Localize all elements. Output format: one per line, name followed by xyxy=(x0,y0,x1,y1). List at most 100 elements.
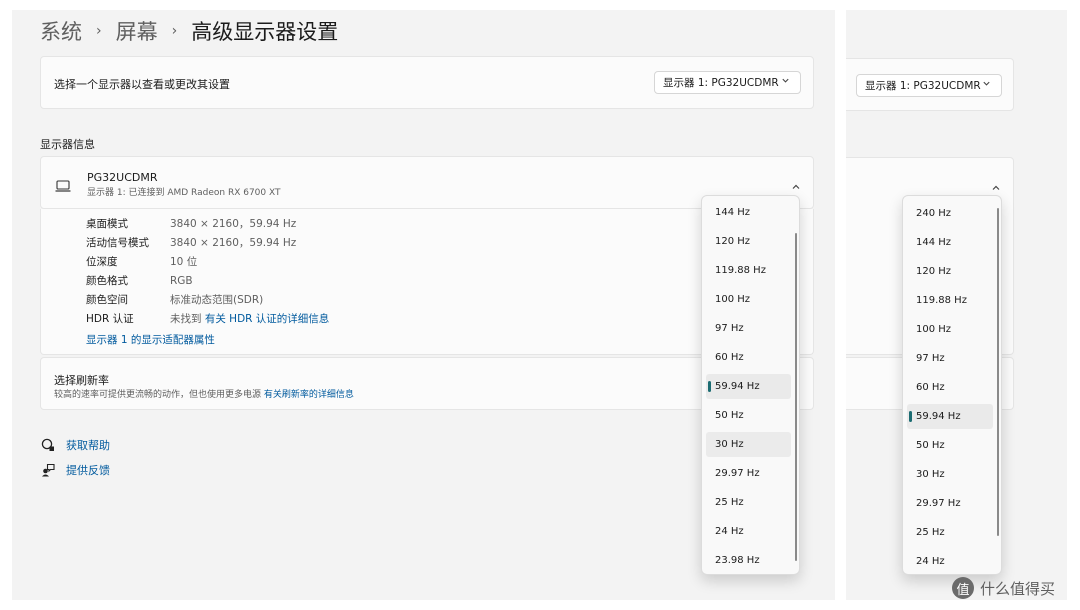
refresh-rate-option-label: 25 Hz xyxy=(715,497,744,508)
hdr-cert-link[interactable]: 有关 HDR 认证的详细信息 xyxy=(205,313,329,325)
refresh-rate-card: 选择刷新率 较高的速率可提供更流畅的动作，但也使用更多电源 有关刷新率的详细信息 xyxy=(40,357,814,410)
refresh-rate-option-label: 60 Hz xyxy=(916,382,945,393)
feedback-icon xyxy=(40,462,56,478)
menu-scrollbar[interactable] xyxy=(997,208,999,536)
display-select-value: 显示器 1: PG32UCDMR xyxy=(663,77,779,89)
info-value: 未找到 有关 HDR 认证的详细信息 xyxy=(170,311,329,327)
info-value: 标准动态范围(SDR) xyxy=(170,294,264,306)
refresh-rate-option-label: 120 Hz xyxy=(916,266,952,277)
give-feedback-link[interactable]: 提供反馈 xyxy=(66,462,110,478)
selected-indicator xyxy=(708,381,711,392)
selected-indicator xyxy=(909,411,912,422)
refresh-rate-option-label: 100 Hz xyxy=(916,324,952,335)
refresh-rate-option[interactable]: 50 Hz xyxy=(907,433,993,458)
refresh-rate-option-label: 25 Hz xyxy=(916,527,945,538)
display-select-dropdown[interactable]: 显示器 1: PG32UCDMR xyxy=(654,71,801,94)
refresh-rate-option[interactable]: 100 Hz xyxy=(907,317,993,342)
refresh-rate-option-label: 29.97 Hz xyxy=(916,498,961,509)
breadcrumb-separator-icon: › xyxy=(171,23,178,39)
breadcrumb-separator-icon: › xyxy=(96,23,102,39)
refresh-rate-option[interactable]: 29.97 Hz xyxy=(907,491,993,516)
refresh-rate-option-label: 144 Hz xyxy=(916,237,952,248)
refresh-rate-option-label: 60 Hz xyxy=(715,352,744,363)
monitor-name: PG32UCDMR xyxy=(87,171,158,184)
chevron-up-icon[interactable] xyxy=(791,177,801,196)
refresh-rate-option-label: 119.88 Hz xyxy=(916,295,967,306)
refresh-rate-option-label: 59.94 Hz xyxy=(715,381,760,392)
info-value: 10 位 xyxy=(170,256,198,268)
select-display-label: 选择一个显示器以查看或更改其设置 xyxy=(54,78,230,91)
info-label: 颜色空间 xyxy=(86,294,128,306)
select-display-card: 选择一个显示器以查看或更改其设置 显示器 1: PG32UCDMR xyxy=(40,56,814,109)
display-adapter-properties-link[interactable]: 显示器 1 的显示适配器属性 xyxy=(86,332,215,347)
refresh-desc-text: 较高的速率可提供更流畅的动作，但也使用更多电源 xyxy=(54,390,262,400)
refresh-rate-option-label: 50 Hz xyxy=(715,410,744,421)
refresh-rate-option[interactable]: 25 Hz xyxy=(706,490,791,515)
display-info-header[interactable]: PG32UCDMR 显示器 1: 已连接到 AMD Radeon RX 6700… xyxy=(40,156,814,209)
refresh-rate-option-label: 97 Hz xyxy=(715,323,744,334)
watermark: 值 什么值得买 xyxy=(952,577,1055,599)
refresh-rate-option[interactable]: 59.94 Hz xyxy=(706,374,791,399)
refresh-rate-option[interactable]: 119.88 Hz xyxy=(706,258,791,283)
monitor-subtitle: 显示器 1: 已连接到 AMD Radeon RX 6700 XT xyxy=(87,188,281,198)
refresh-rate-option[interactable]: 97 Hz xyxy=(706,316,791,341)
refresh-rate-option[interactable]: 144 Hz xyxy=(907,230,993,255)
refresh-rate-option[interactable]: 30 Hz xyxy=(706,432,791,457)
breadcrumb-system[interactable]: 系统 xyxy=(40,16,82,46)
get-help-row[interactable]: 获取帮助 xyxy=(40,436,110,454)
refresh-rate-option-label: 24 Hz xyxy=(916,556,945,567)
refresh-rate-option[interactable]: 100 Hz xyxy=(706,287,791,312)
info-label: HDR 认证 xyxy=(86,313,134,325)
display-info-section-label: 显示器信息 xyxy=(40,138,95,151)
refresh-rate-option[interactable]: 120 Hz xyxy=(907,259,993,284)
refresh-rate-option[interactable]: 240 Hz xyxy=(907,201,993,226)
refresh-rate-option[interactable]: 97 Hz xyxy=(907,346,993,371)
breadcrumb: 系统 › 屏幕 › 高级显示器设置 xyxy=(40,14,338,48)
display-select-dropdown-right[interactable]: 显示器 1: PG32UCDMR xyxy=(856,74,1002,97)
breadcrumb-display[interactable]: 屏幕 xyxy=(116,16,158,46)
refresh-rate-option-label: 119.88 Hz xyxy=(715,265,766,276)
info-label: 桌面模式 xyxy=(86,218,128,230)
help-icon xyxy=(40,437,56,453)
select-display-card-right: 显示器 1: PG32UCDMR xyxy=(846,58,1014,111)
info-label: 位深度 xyxy=(86,256,118,268)
refresh-rate-option[interactable]: 50 Hz xyxy=(706,403,791,428)
watermark-logo: 值 xyxy=(952,577,974,599)
refresh-rate-option[interactable]: 30 Hz xyxy=(907,462,993,487)
refresh-rate-option[interactable]: 60 Hz xyxy=(907,375,993,400)
get-help-link[interactable]: 获取帮助 xyxy=(66,437,110,453)
refresh-rate-option[interactable]: 24 Hz xyxy=(907,549,993,574)
display-select-value: 显示器 1: PG32UCDMR xyxy=(865,80,981,92)
refresh-rate-option-label: 97 Hz xyxy=(916,353,945,364)
chevron-down-icon xyxy=(982,79,991,91)
refresh-rate-option[interactable]: 23.98 Hz xyxy=(706,548,791,573)
refresh-rate-option[interactable]: 119.88 Hz xyxy=(907,288,993,313)
refresh-rate-option[interactable]: 144 Hz xyxy=(706,200,791,225)
refresh-rate-option-label: 23.98 Hz xyxy=(715,555,760,566)
info-label: 颜色格式 xyxy=(86,275,128,287)
refresh-rate-option-label: 240 Hz xyxy=(916,208,952,219)
refresh-rate-option-label: 59.94 Hz xyxy=(916,411,961,422)
refresh-rate-option[interactable]: 29.97 Hz xyxy=(706,461,791,486)
hdr-cert-value: 未找到 xyxy=(170,313,202,325)
refresh-rate-menu-right: 240 Hz 144 Hz 120 Hz 119.88 Hz 100 Hz 97 Hz 60… xyxy=(902,195,1002,575)
refresh-rate-option-label: 29.97 Hz xyxy=(715,468,760,479)
menu-scrollbar[interactable] xyxy=(795,233,797,561)
refresh-rate-option[interactable]: 60 Hz xyxy=(706,345,791,370)
refresh-rate-option-label: 50 Hz xyxy=(916,440,945,451)
refresh-rate-option[interactable]: 120 Hz xyxy=(706,229,791,254)
watermark-text: 什么值得买 xyxy=(980,579,1056,598)
info-value: RGB xyxy=(170,275,193,287)
refresh-rate-option[interactable]: 25 Hz xyxy=(907,520,993,545)
feedback-row[interactable]: 提供反馈 xyxy=(40,461,110,479)
refresh-rate-option-label: 30 Hz xyxy=(916,469,945,480)
info-value: 3840 × 2160，59.94 Hz xyxy=(170,218,297,230)
refresh-rate-menu-left: 144 Hz 120 Hz 119.88 Hz 100 Hz 97 Hz 60 Hz 59.… xyxy=(701,195,800,575)
refresh-rate-details-link[interactable]: 有关刷新率的详细信息 xyxy=(264,390,354,400)
refresh-rate-option[interactable]: 24 Hz xyxy=(706,519,791,544)
refresh-rate-option[interactable]: 59.94 Hz xyxy=(907,404,993,429)
refresh-rate-title: 选择刷新率 xyxy=(54,374,109,387)
chevron-down-icon xyxy=(781,76,790,88)
refresh-rate-option-label: 144 Hz xyxy=(715,207,751,218)
page-title: 高级显示器设置 xyxy=(191,20,339,44)
